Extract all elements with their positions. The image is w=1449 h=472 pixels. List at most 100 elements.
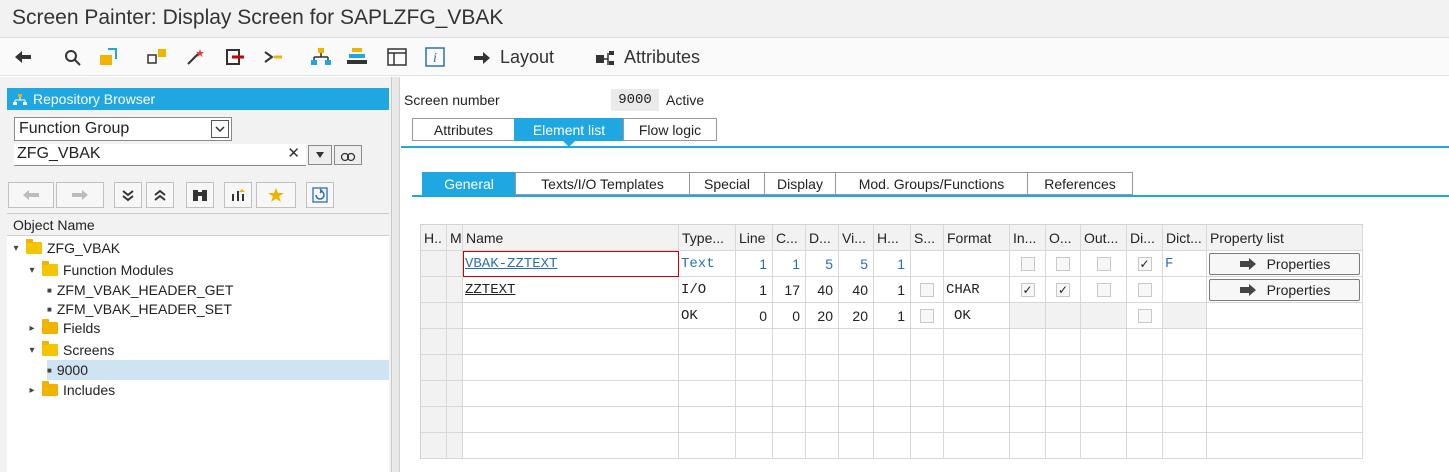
expand-all-button[interactable] xyxy=(146,182,174,208)
column-header[interactable]: Vi... xyxy=(839,225,874,251)
column-header[interactable]: H.. xyxy=(421,225,447,251)
tree-node-includes[interactable]: ▸ Includes xyxy=(27,380,115,400)
properties-button[interactable]: Properties xyxy=(1209,252,1360,275)
favorites-button[interactable] xyxy=(256,182,296,208)
tree-node-fields[interactable]: ▸ Fields xyxy=(27,318,100,338)
type-cell[interactable]: Text xyxy=(679,251,736,277)
tab-attributes[interactable]: Attributes xyxy=(412,118,515,141)
column-cell[interactable]: 0 xyxy=(773,303,806,329)
tree-node-screen-9000[interactable]: ■ 9000 xyxy=(47,360,389,380)
magic-wand-icon[interactable] xyxy=(184,46,206,68)
tree-node-screens[interactable]: ▾ Screens xyxy=(27,340,114,360)
chevron-right-icon[interactable]: ▸ xyxy=(27,323,37,334)
back-icon[interactable] xyxy=(12,46,34,68)
column-header[interactable]: Name xyxy=(463,225,679,251)
chevron-down-icon[interactable]: ▾ xyxy=(27,265,37,276)
tree-node-function-module-get[interactable]: ■ ZFM_VBAK_HEADER_GET xyxy=(47,280,233,300)
chevron-right-icon[interactable]: ▸ xyxy=(27,385,37,396)
line-cell[interactable]: 1 xyxy=(736,251,773,277)
next-object-button[interactable] xyxy=(56,182,104,208)
column-header[interactable]: M xyxy=(447,225,463,251)
scrollable-cell xyxy=(911,303,944,329)
object-name-input[interactable]: ZFG_VBAK ✕ xyxy=(14,144,306,166)
tree-node-function-module-set[interactable]: ■ ZFM_VBAK_HEADER_SET xyxy=(47,299,232,319)
hierarchy-up-button[interactable] xyxy=(224,182,252,208)
stack-icon[interactable] xyxy=(346,46,368,68)
object-type-select[interactable]: Function Group xyxy=(14,117,232,141)
screen-icon[interactable] xyxy=(386,46,408,68)
column-header[interactable]: Out... xyxy=(1081,225,1127,251)
tab-element-list[interactable]: Element list xyxy=(514,118,624,141)
clear-icon[interactable]: ✕ xyxy=(287,144,300,164)
row-selector[interactable] xyxy=(421,251,447,277)
collapse-all-button[interactable] xyxy=(114,182,142,208)
tree-node-function-group[interactable]: ▾ ZFG_VBAK xyxy=(11,238,120,258)
tree-node-function-modules[interactable]: ▾ Function Modules xyxy=(27,260,174,280)
element-name-link[interactable]: ZZTEXT xyxy=(465,282,515,298)
screen-number-value: 9000 xyxy=(611,89,659,111)
properties-button[interactable]: Properties xyxy=(1209,278,1360,301)
other-object-icon[interactable] xyxy=(62,46,84,68)
name-cell[interactable] xyxy=(463,303,679,329)
visible-length-cell[interactable]: 40 xyxy=(839,277,874,303)
tab-display[interactable]: Display xyxy=(764,172,836,195)
line-cell[interactable]: 0 xyxy=(736,303,773,329)
format-cell: CHAR xyxy=(944,277,1010,303)
tab-texts-io-templates[interactable]: Texts/I/O Templates xyxy=(515,172,690,195)
hierarchy-icon[interactable] xyxy=(310,46,332,68)
name-cell[interactable]: ZZTEXT xyxy=(463,277,679,303)
column-header[interactable]: Format xyxy=(944,225,1010,251)
previous-object-button[interactable] xyxy=(8,182,54,208)
info-icon[interactable]: i xyxy=(424,46,446,68)
column-header[interactable]: S... xyxy=(911,225,944,251)
activate-icon[interactable] xyxy=(146,46,168,68)
tab-mod-groups-functions[interactable]: Mod. Groups/Functions xyxy=(835,172,1028,195)
where-used-icon[interactable] xyxy=(224,46,246,68)
row-selector[interactable] xyxy=(421,303,447,329)
defined-length-cell[interactable]: 40 xyxy=(806,277,839,303)
visible-length-cell[interactable]: 5 xyxy=(839,251,874,277)
column-header[interactable]: Type... xyxy=(679,225,736,251)
column-header[interactable]: Dict... xyxy=(1163,225,1207,251)
column-header[interactable]: Di... xyxy=(1127,225,1163,251)
binoculars-button[interactable] xyxy=(186,182,214,208)
column-header[interactable]: O... xyxy=(1046,225,1081,251)
output-only-cell xyxy=(1081,277,1127,303)
defined-length-cell[interactable]: 5 xyxy=(806,251,839,277)
column-header[interactable]: Line xyxy=(736,225,773,251)
type-cell[interactable]: I/O xyxy=(679,277,736,303)
tab-special[interactable]: Special xyxy=(689,172,765,195)
display-change-icon[interactable] xyxy=(98,46,120,68)
column-header[interactable]: H... xyxy=(874,225,911,251)
visible-length-cell[interactable]: 20 xyxy=(839,303,874,329)
column-header[interactable]: D... xyxy=(806,225,839,251)
pane-splitter[interactable] xyxy=(392,77,400,472)
column-header[interactable]: Property list xyxy=(1207,225,1363,251)
folder-icon xyxy=(42,319,58,334)
element-name-link[interactable]: VBAK-ZZTEXT xyxy=(465,256,557,272)
column-header[interactable]: C... xyxy=(773,225,806,251)
chevron-down-icon[interactable]: ▾ xyxy=(11,243,21,254)
column-header[interactable]: In... xyxy=(1010,225,1046,251)
display-button[interactable] xyxy=(334,145,362,165)
attributes-button[interactable]: Attributes xyxy=(594,47,700,68)
column-cell[interactable]: 1 xyxy=(773,251,806,277)
dropdown-history-button[interactable] xyxy=(308,145,332,165)
name-cell[interactable]: VBAK-ZZTEXT xyxy=(463,251,679,277)
chevron-down-icon[interactable] xyxy=(211,120,229,138)
tab-references[interactable]: References xyxy=(1027,172,1133,195)
column-cell[interactable]: 17 xyxy=(773,277,806,303)
height-cell[interactable]: 1 xyxy=(874,277,911,303)
defined-length-cell[interactable]: 20 xyxy=(806,303,839,329)
line-cell[interactable]: 1 xyxy=(736,277,773,303)
height-cell[interactable]: 1 xyxy=(874,251,911,277)
row-selector[interactable] xyxy=(421,277,447,303)
layout-button[interactable]: Layout xyxy=(472,47,554,68)
navigate-icon[interactable] xyxy=(262,46,284,68)
refresh-button[interactable] xyxy=(306,182,334,208)
tab-flow-logic[interactable]: Flow logic xyxy=(623,118,717,141)
tab-general[interactable]: General xyxy=(422,172,516,195)
type-cell[interactable]: OK xyxy=(679,303,736,329)
chevron-down-icon[interactable]: ▾ xyxy=(27,345,37,356)
height-cell[interactable]: 1 xyxy=(874,303,911,329)
